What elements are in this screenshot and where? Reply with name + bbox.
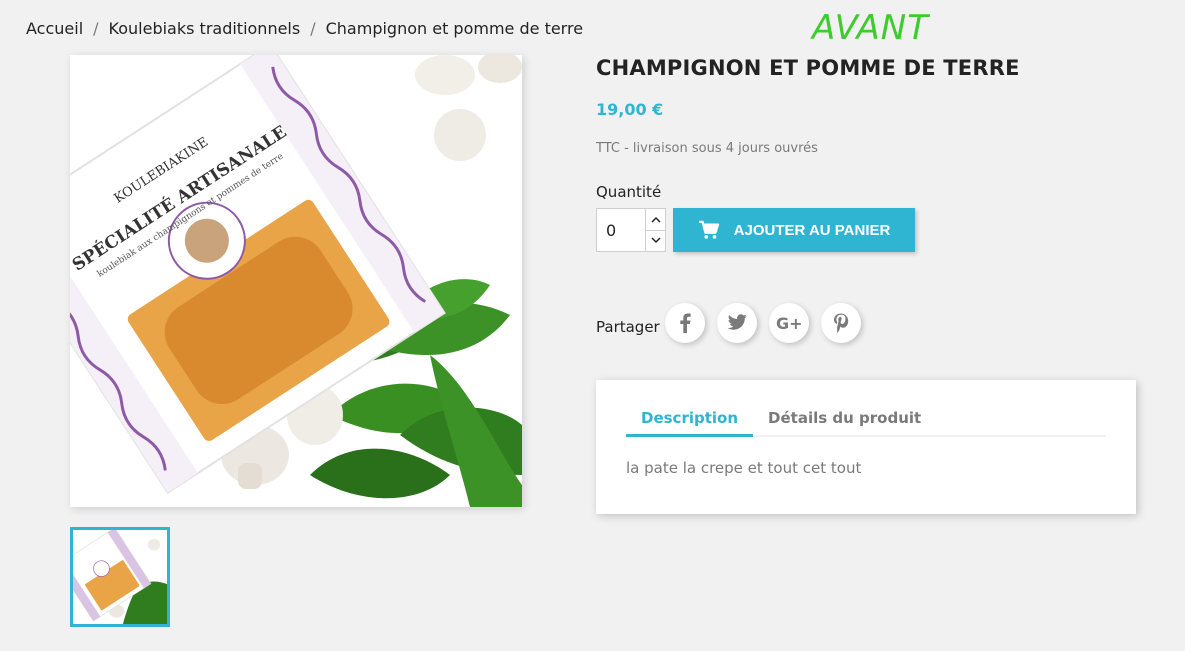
product-main-image[interactable]: KOULEBIAKINE SPÉCIALITÉ ARTISANALE koule… — [70, 55, 522, 507]
quantity-stepper — [596, 208, 666, 252]
quantity-decrease-button[interactable] — [646, 229, 665, 252]
overlay-label: AVANT — [812, 8, 929, 48]
quantity-arrows — [645, 209, 665, 251]
google-plus-icon: G+ — [776, 315, 802, 331]
add-to-cart-button[interactable]: Ajouter au panier — [673, 208, 915, 252]
thumbnail-photo — [73, 530, 167, 624]
pinterest-icon — [834, 313, 849, 333]
product-price: 19,00 € — [596, 100, 664, 119]
quantity-increase-button[interactable] — [646, 209, 665, 230]
breadcrumb: Accueil / Koulebiaks traditionnels / Cha… — [26, 19, 583, 38]
share-label: Partager — [596, 318, 660, 336]
chevron-down-icon — [650, 237, 661, 244]
twitter-icon — [727, 314, 747, 330]
tab-description[interactable]: Description — [626, 406, 754, 437]
product-title: Champignon et pomme de terre — [596, 56, 1020, 80]
facebook-icon — [680, 313, 691, 333]
breadcrumb-home-link[interactable]: Accueil — [26, 19, 83, 38]
breadcrumb-category-link[interactable]: Koulebiaks traditionnels — [109, 19, 301, 38]
product-tabs: Description Détails du produit — [626, 406, 1106, 437]
share-facebook-button[interactable] — [665, 303, 705, 343]
breadcrumb-separator: / — [310, 19, 316, 38]
tax-delivery-note: TTC - livraison sous 4 jours ouvrés — [596, 141, 818, 156]
share-pinterest-button[interactable] — [821, 303, 861, 343]
product-photo: KOULEBIAKINE SPÉCIALITÉ ARTISANALE koule… — [70, 55, 522, 507]
svg-text:G+: G+ — [776, 315, 802, 331]
shopping-cart-icon — [698, 220, 720, 240]
product-thumbnail[interactable] — [70, 527, 170, 627]
breadcrumb-current-product[interactable]: Champignon et pomme de terre — [326, 19, 583, 38]
chevron-up-icon — [650, 216, 661, 223]
quantity-input[interactable] — [597, 209, 645, 251]
add-to-cart-label: Ajouter au panier — [733, 221, 891, 239]
quantity-label: Quantité — [596, 183, 662, 201]
description-text: la pate la crepe et tout cet tout — [626, 459, 862, 477]
share-twitter-button[interactable] — [717, 303, 757, 343]
product-tabs-card: Description Détails du produit la pate l… — [596, 380, 1136, 514]
share-google-plus-button[interactable]: G+ — [769, 303, 809, 343]
breadcrumb-separator: / — [93, 19, 99, 38]
tab-product-details[interactable]: Détails du produit — [753, 406, 936, 437]
